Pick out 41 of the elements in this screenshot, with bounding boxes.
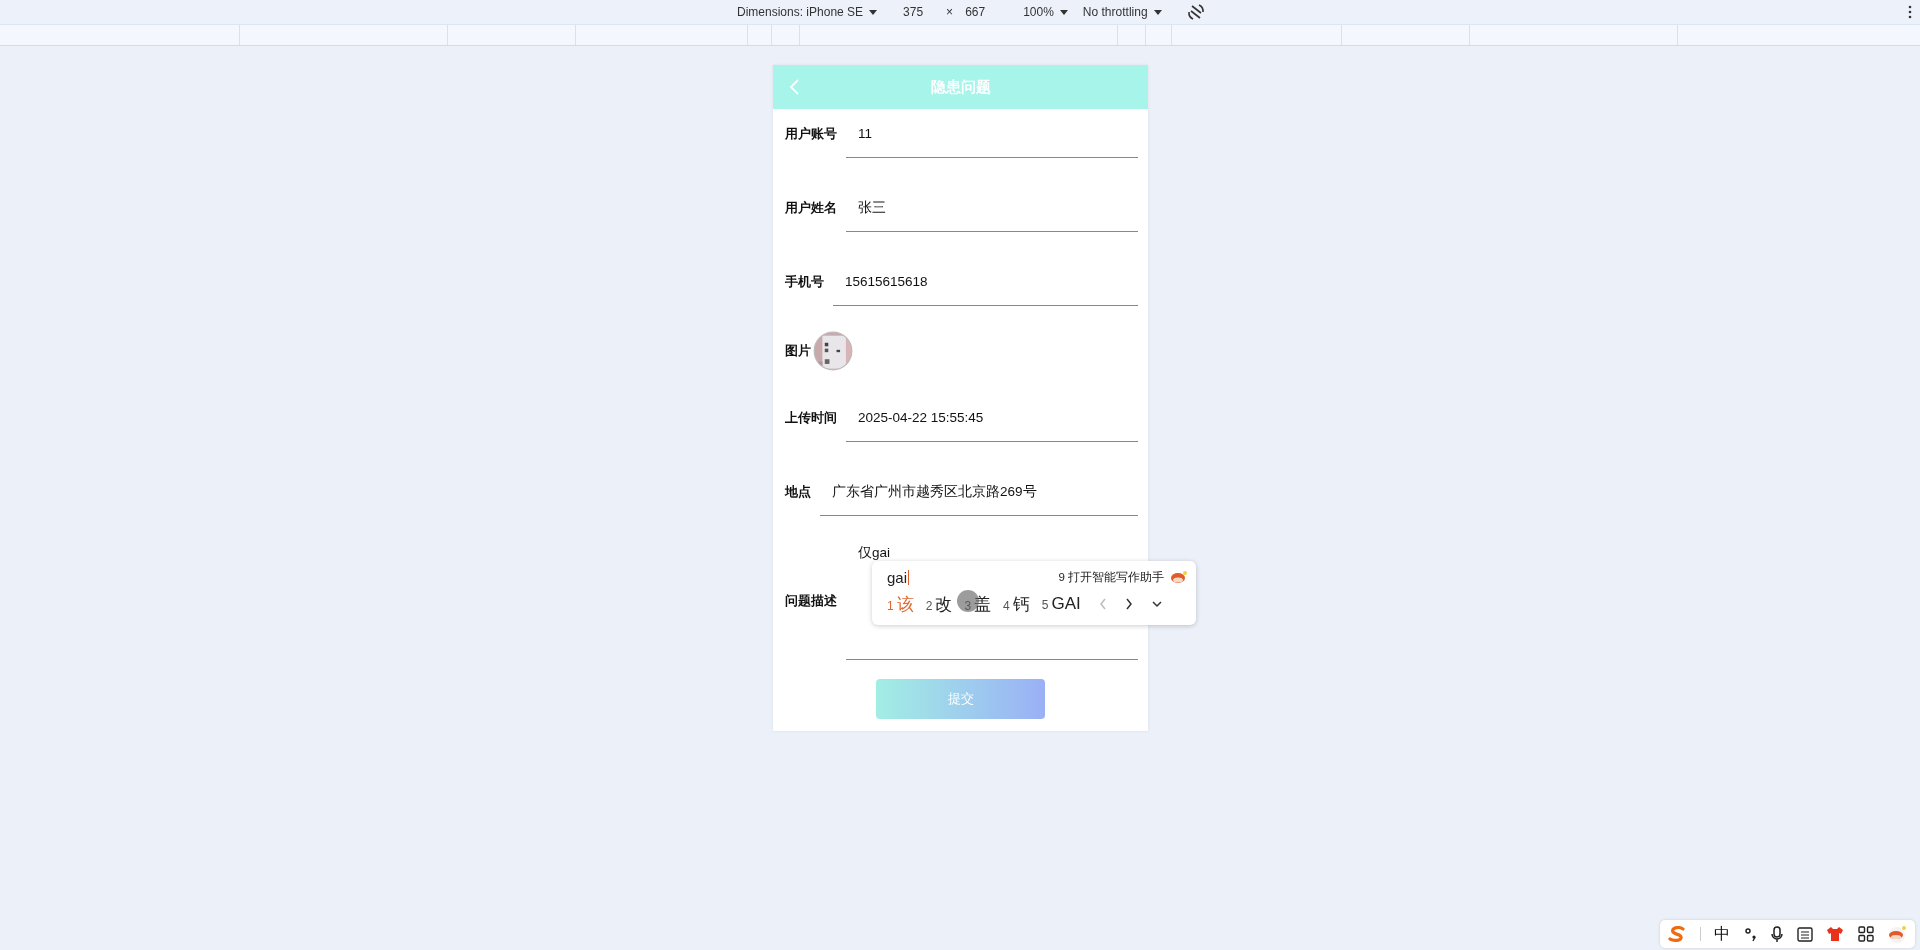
- microphone-icon[interactable]: [1771, 925, 1783, 943]
- caret-icon[interactable]: [1058, 7, 1069, 17]
- input-field[interactable]: 广东省广州市越秀区北京路269号: [820, 472, 1138, 516]
- s-logo-icon[interactable]: [1668, 926, 1686, 942]
- ime-candidate[interactable]: 2 改: [925, 592, 953, 616]
- next-page-icon[interactable]: [1124, 598, 1133, 610]
- zoom-selector[interactable]: 100%: [1023, 5, 1054, 19]
- caret-icon[interactable]: [1152, 7, 1163, 17]
- caret-icon[interactable]: [868, 7, 879, 17]
- field-label: 用户姓名: [785, 199, 837, 217]
- mascot-icon[interactable]: [1170, 569, 1188, 585]
- field-label: 用户账号: [785, 125, 837, 143]
- grid-icon[interactable]: [1857, 926, 1874, 942]
- input-field[interactable]: 2025-04-22 15:55:45: [846, 398, 1138, 442]
- input-mode-toggle[interactable]: 中: [1714, 923, 1730, 945]
- input-field[interactable]: 张三: [846, 188, 1138, 232]
- mascot-icon[interactable]: [1887, 925, 1907, 943]
- field-label: 手机号: [785, 273, 824, 291]
- ime-candidate[interactable]: 1 该: [887, 592, 914, 616]
- ime-candidate[interactable]: 3 盖: [964, 592, 992, 616]
- more-icon[interactable]: [1908, 5, 1912, 19]
- throttling-selector[interactable]: No throttling: [1082, 5, 1148, 19]
- composition-text: gai: [887, 568, 908, 586]
- punctuation-icon[interactable]: [1743, 926, 1758, 942]
- device-selector[interactable]: Dimensions: iPhone SE: [737, 5, 864, 19]
- input-field[interactable]: 11: [846, 114, 1138, 158]
- ime-candidate[interactable]: 4 钙: [1003, 592, 1030, 616]
- width-field[interactable]: 375: [903, 5, 924, 19]
- ime-candidate[interactable]: 5 GAI: [1041, 594, 1081, 614]
- shirt-icon[interactable]: [1826, 926, 1844, 942]
- input-field[interactable]: 15615615618: [833, 262, 1138, 306]
- times-sign: ×: [946, 5, 954, 19]
- assistant-link[interactable]: 9 打开智能写作助手: [1058, 569, 1164, 585]
- field-label: 地点: [785, 483, 811, 501]
- field-label: 问题描述: [785, 592, 837, 610]
- page-title: 隐患问题: [930, 77, 991, 97]
- height-field[interactable]: 667: [965, 5, 986, 19]
- field-label: 图片: [785, 342, 811, 360]
- keyboard-icon[interactable]: [1796, 926, 1813, 942]
- expand-icon[interactable]: [1150, 600, 1163, 608]
- field-label: 上传时间: [785, 409, 837, 427]
